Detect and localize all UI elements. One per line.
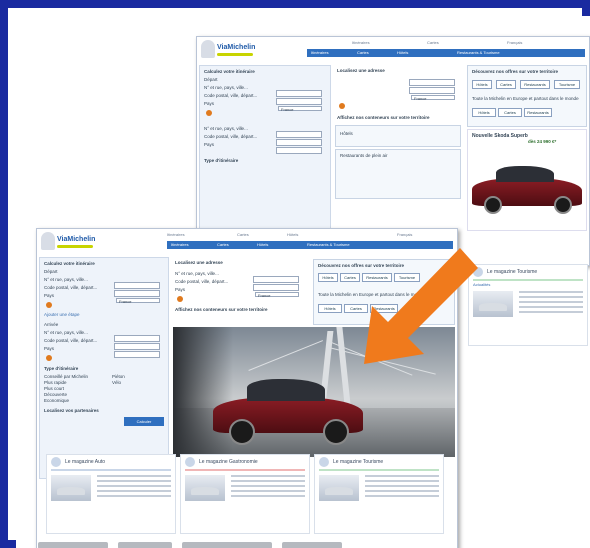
collage-area: ViaMichelin Itinéraires Cartes Français … <box>16 16 590 548</box>
frame-border: ViaMichelin Itinéraires Cartes Français … <box>0 0 590 548</box>
arrow-icon <box>364 248 478 364</box>
blurred-footer <box>38 536 458 548</box>
orange-arrow-shape <box>364 248 478 364</box>
